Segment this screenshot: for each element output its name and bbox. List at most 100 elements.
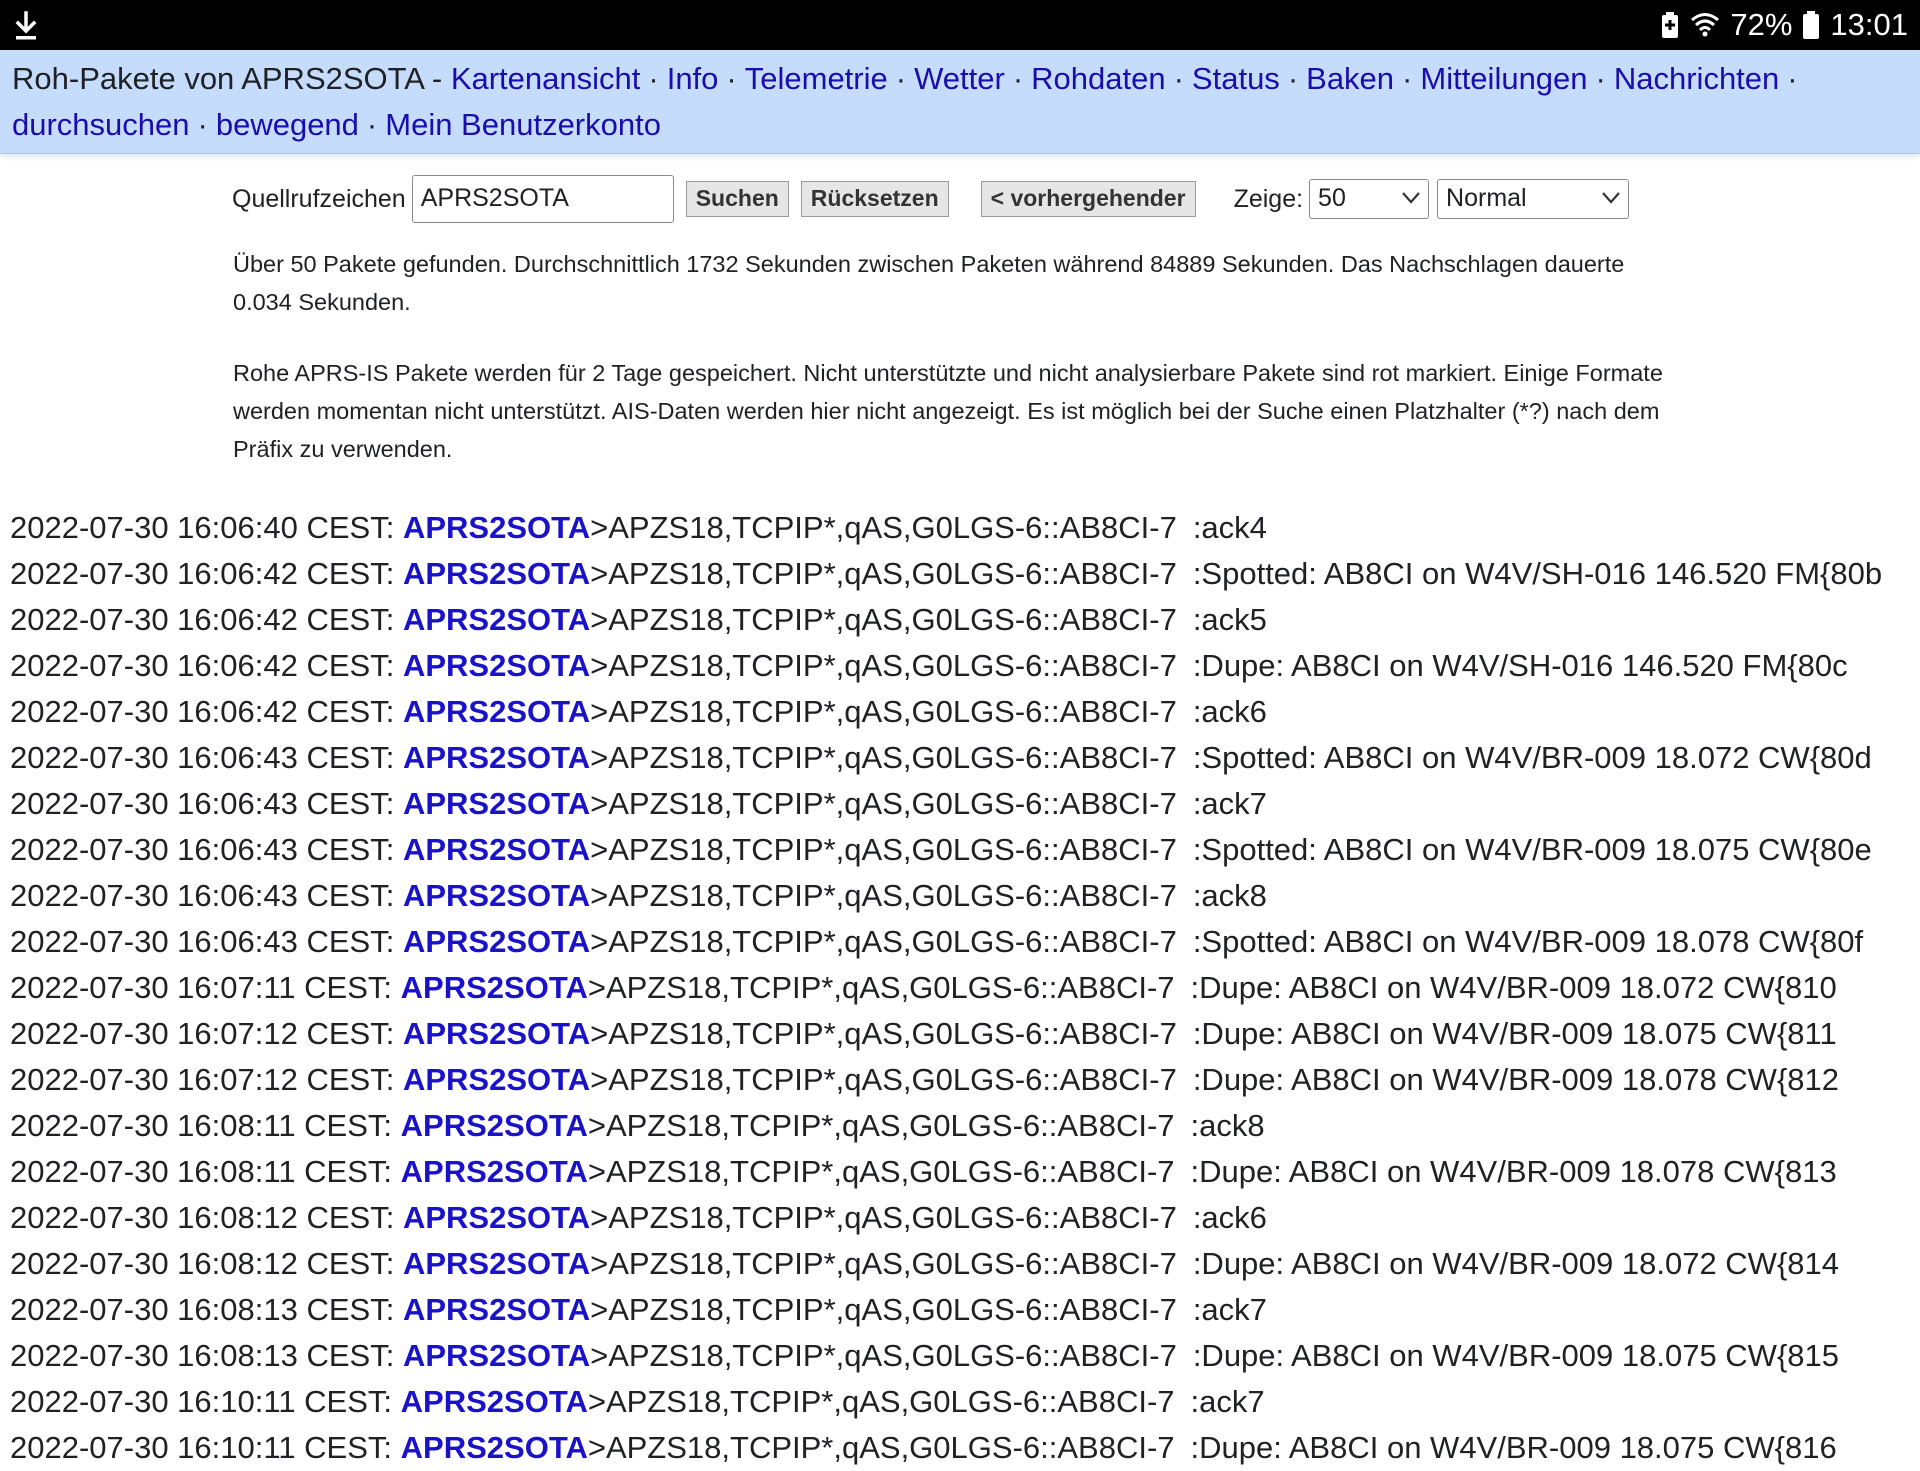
status-bar: 72% 13:01 xyxy=(0,0,1920,50)
packet-callsign-link[interactable]: APRS2SOTA xyxy=(403,1338,590,1373)
packet-callsign-link[interactable]: APRS2SOTA xyxy=(403,832,590,867)
packet-row: 2022-07-30 16:06:43 CEST: APRS2SOTA>APZS… xyxy=(10,873,1920,919)
packet-message: :Dupe: AB8CI on W4V/BR-009 18.072 CW{814 xyxy=(1192,1246,1840,1281)
packet-callsign-link[interactable]: APRS2SOTA xyxy=(403,1062,590,1097)
packet-path: >APZS18,TCPIP*,qAS,G0LGS-6::AB8CI-7 xyxy=(587,970,1175,1005)
packet-message: :Spotted: AB8CI on W4V/SH-016 146.520 FM… xyxy=(1192,556,1883,591)
packet-time: 2022-07-30 16:06:40 CEST: xyxy=(10,510,395,545)
nav-separator: · xyxy=(1787,61,1798,96)
wifi-icon xyxy=(1690,11,1720,39)
previous-button[interactable]: < vorhergehender xyxy=(980,181,1196,217)
packet-callsign-link[interactable]: APRS2SOTA xyxy=(401,1430,588,1465)
packet-row: 2022-07-30 16:06:43 CEST: APRS2SOTA>APZS… xyxy=(10,919,1920,965)
nav-link-rohdaten[interactable]: Rohdaten xyxy=(1031,61,1165,96)
packet-path: >APZS18,TCPIP*,qAS,G0LGS-6::AB8CI-7 xyxy=(587,1384,1175,1419)
packet-message: :ack5 xyxy=(1192,602,1267,637)
nav-separator: · xyxy=(726,61,737,96)
packet-callsign-link[interactable]: APRS2SOTA xyxy=(403,740,590,775)
chevron-down-icon xyxy=(1402,192,1420,204)
packet-callsign-link[interactable]: APRS2SOTA xyxy=(403,694,590,729)
packet-path: >APZS18,TCPIP*,qAS,G0LGS-6::AB8CI-7 xyxy=(587,1108,1175,1143)
packet-path: >APZS18,TCPIP*,qAS,G0LGS-6::AB8CI-7 xyxy=(590,1246,1177,1281)
nav-separator: · xyxy=(1173,61,1184,96)
status-icons: 72% 13:01 xyxy=(1660,0,1908,50)
nav-link-mein-benutzerkonto[interactable]: Mein Benutzerkonto xyxy=(385,107,661,142)
packet-time: 2022-07-30 16:06:42 CEST: xyxy=(10,648,395,683)
packet-path: >APZS18,TCPIP*,qAS,G0LGS-6::AB8CI-7 xyxy=(590,510,1177,545)
packet-callsign-link[interactable]: APRS2SOTA xyxy=(403,1292,590,1327)
page-title: Roh-Pakete von APRS2SOTA xyxy=(12,61,424,96)
callsign-label: Quellrufzeichen xyxy=(232,184,406,213)
packet-callsign-link[interactable]: APRS2SOTA xyxy=(403,1246,590,1281)
packet-path: >APZS18,TCPIP*,qAS,G0LGS-6::AB8CI-7 xyxy=(587,1430,1175,1465)
packet-path: >APZS18,TCPIP*,qAS,G0LGS-6::AB8CI-7 xyxy=(590,694,1177,729)
packet-callsign-link[interactable]: APRS2SOTA xyxy=(403,1200,590,1235)
packet-callsign-link[interactable]: APRS2SOTA xyxy=(403,556,590,591)
packet-time: 2022-07-30 16:06:42 CEST: xyxy=(10,602,395,637)
packet-time: 2022-07-30 16:06:42 CEST: xyxy=(10,556,395,591)
packet-path: >APZS18,TCPIP*,qAS,G0LGS-6::AB8CI-7 xyxy=(590,1200,1177,1235)
count-select[interactable]: 50 xyxy=(1309,179,1430,219)
packet-row: 2022-07-30 16:08:12 CEST: APRS2SOTA>APZS… xyxy=(10,1195,1920,1241)
nav-separator: · xyxy=(1402,61,1413,96)
search-form: Quellrufzeichen APRS2SOTA Suchen Rückset… xyxy=(232,175,1630,223)
battery-saver-icon xyxy=(1660,11,1680,39)
download-icon xyxy=(15,11,37,40)
packet-path: >APZS18,TCPIP*,qAS,G0LGS-6::AB8CI-7 xyxy=(590,924,1177,959)
storage-note: Rohe APRS-IS Pakete werden für 2 Tage ge… xyxy=(233,360,1663,462)
packet-path: >APZS18,TCPIP*,qAS,G0LGS-6::AB8CI-7 xyxy=(590,832,1177,867)
packet-message: :Dupe: AB8CI on W4V/BR-009 18.078 CW{813 xyxy=(1190,1154,1837,1189)
packet-path: >APZS18,TCPIP*,qAS,G0LGS-6::AB8CI-7 xyxy=(590,786,1177,821)
callsign-input[interactable]: APRS2SOTA xyxy=(411,175,674,223)
nav-link-durchsuchen[interactable]: durchsuchen xyxy=(12,107,190,142)
nav-separator: · xyxy=(197,107,208,142)
packet-row: 2022-07-30 16:06:43 CEST: APRS2SOTA>APZS… xyxy=(10,827,1920,873)
nav-link-nachrichten[interactable]: Nachrichten xyxy=(1614,61,1779,96)
nav-link-mitteilungen[interactable]: Mitteilungen xyxy=(1420,61,1587,96)
reset-button[interactable]: Rücksetzen xyxy=(800,181,949,217)
packet-callsign-link[interactable]: APRS2SOTA xyxy=(403,786,590,821)
results-summary: Über 50 Pakete gefunden. Durchschnittlic… xyxy=(233,251,1625,315)
count-select-value: 50 xyxy=(1318,184,1346,212)
packet-callsign-link[interactable]: APRS2SOTA xyxy=(403,602,590,637)
search-button[interactable]: Suchen xyxy=(685,181,789,217)
packet-message: :ack8 xyxy=(1190,1108,1265,1143)
packet-callsign-link[interactable]: APRS2SOTA xyxy=(403,1016,590,1051)
nav-link-info[interactable]: Info xyxy=(667,61,719,96)
nav-separator: · xyxy=(1012,61,1024,96)
packet-message: :Spotted: AB8CI on W4V/BR-009 18.075 CW{… xyxy=(1192,832,1872,867)
packet-time: 2022-07-30 16:06:42 CEST: xyxy=(10,694,395,729)
nav-link-kartenansicht[interactable]: Kartenansicht xyxy=(451,61,641,96)
packet-message: :ack7 xyxy=(1190,1384,1265,1419)
packet-callsign-link[interactable]: APRS2SOTA xyxy=(403,878,590,913)
packet-time: 2022-07-30 16:06:43 CEST: xyxy=(10,878,395,913)
nav-link-baken[interactable]: Baken xyxy=(1306,61,1394,96)
packet-callsign-link[interactable]: APRS2SOTA xyxy=(403,510,590,545)
packet-row: 2022-07-30 16:10:11 CEST: APRS2SOTA>APZS… xyxy=(10,1425,1920,1471)
packet-message: :ack6 xyxy=(1192,694,1267,729)
packet-time: 2022-07-30 16:08:11 CEST: xyxy=(10,1154,393,1189)
packet-row: 2022-07-30 16:06:42 CEST: APRS2SOTA>APZS… xyxy=(10,643,1920,689)
packet-row: 2022-07-30 16:06:42 CEST: APRS2SOTA>APZS… xyxy=(10,551,1920,597)
packet-time: 2022-07-30 16:07:11 CEST: xyxy=(10,970,393,1005)
packet-time: 2022-07-30 16:06:43 CEST: xyxy=(10,740,395,775)
nav-link-bewegend[interactable]: bewegend xyxy=(216,107,359,142)
packet-path: >APZS18,TCPIP*,qAS,G0LGS-6::AB8CI-7 xyxy=(590,1292,1177,1327)
packet-callsign-link[interactable]: APRS2SOTA xyxy=(401,1154,588,1189)
packet-time: 2022-07-30 16:10:11 CEST: xyxy=(10,1384,393,1419)
nav-link-telemetrie[interactable]: Telemetrie xyxy=(745,61,888,96)
packet-path: >APZS18,TCPIP*,qAS,G0LGS-6::AB8CI-7 xyxy=(590,602,1177,637)
nav-link-wetter[interactable]: Wetter xyxy=(914,61,1005,96)
packet-path: >APZS18,TCPIP*,qAS,G0LGS-6::AB8CI-7 xyxy=(590,740,1177,775)
packet-callsign-link[interactable]: APRS2SOTA xyxy=(401,1108,588,1143)
mode-select[interactable]: Normal xyxy=(1437,179,1630,219)
packet-callsign-link[interactable]: APRS2SOTA xyxy=(403,924,590,959)
packet-callsign-link[interactable]: APRS2SOTA xyxy=(403,648,590,683)
packet-callsign-link[interactable]: APRS2SOTA xyxy=(401,1384,588,1419)
packet-row: 2022-07-30 16:10:11 CEST: APRS2SOTA>APZS… xyxy=(10,1379,1920,1425)
packet-time: 2022-07-30 16:08:13 CEST: xyxy=(10,1292,395,1327)
packet-callsign-link[interactable]: APRS2SOTA xyxy=(401,970,588,1005)
top-navigation: Roh-Pakete von APRS2SOTA - Kartenansicht… xyxy=(0,50,1920,154)
nav-separator: · xyxy=(648,61,659,96)
nav-link-status[interactable]: Status xyxy=(1192,61,1280,96)
